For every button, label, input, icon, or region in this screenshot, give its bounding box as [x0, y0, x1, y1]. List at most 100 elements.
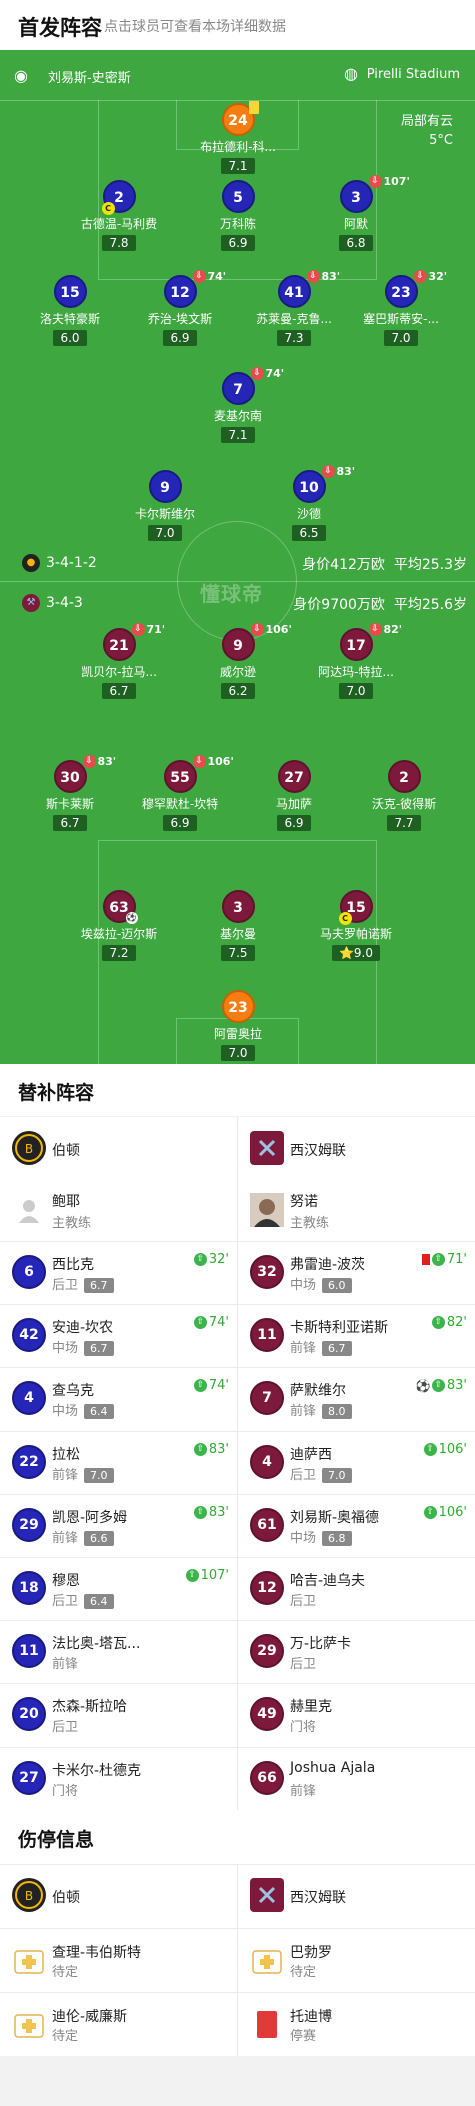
- subs-panel: B 伯顿 西汉姆联 鲍耶 主教练 努诺 主教练 6 西比克 后卫 6.7 ⇧ 32' 32 弗…: [0, 1117, 475, 1810]
- referee-name: 刘易斯-史密斯: [48, 71, 131, 86]
- away-sub-player[interactable]: 66 Joshua Ajala 前锋: [238, 1747, 475, 1810]
- away-player[interactable]: 2 沃克-彼得斯 7.7: [349, 760, 459, 831]
- home-player[interactable]: 12 ⇩ 74' 乔治-埃文斯 6.9: [125, 270, 235, 346]
- away-sub-player[interactable]: 49 赫里克 门将: [238, 1683, 475, 1746]
- jersey: 2: [387, 760, 421, 793]
- sub-player-rating: 8.0: [322, 1404, 352, 1420]
- sub-player-position: 后卫 6.7: [52, 1274, 114, 1293]
- away-sub-player[interactable]: 4 迪萨西 后卫 7.0 ⇧ 106': [238, 1431, 475, 1494]
- home-coach-row[interactable]: 鲍耶 主教练: [0, 1179, 237, 1241]
- sub-player-position: 中场 6.8: [290, 1527, 352, 1546]
- stadium-name: Pirelli Stadium: [366, 67, 460, 82]
- away-player[interactable]: 23 阿雷奥拉 7.0: [183, 990, 293, 1061]
- sub-player-position: 前锋: [290, 1783, 317, 1799]
- away-coach-row[interactable]: 努诺 主教练: [238, 1179, 475, 1241]
- player-rating: 7.7: [387, 815, 421, 831]
- away-sub-player[interactable]: 11 卡斯特利亚诺斯 前锋 6.7 ⇧ 82': [238, 1304, 475, 1367]
- sub-player-rating: 6.6: [84, 1530, 114, 1546]
- home-player[interactable]: 3 ⇩ 107' 阿默 6.8: [301, 175, 411, 251]
- away-player[interactable]: 3 基尔曼 7.5: [183, 890, 293, 961]
- home-sub-player[interactable]: 42 安迪-坎农 中场 6.7 ⇧ 74': [0, 1304, 237, 1367]
- coach-avatar: [250, 1193, 284, 1227]
- sub-on-icon: ⇧: [193, 1316, 207, 1330]
- player-rating: 6.9: [163, 330, 197, 346]
- sub-player-position: 门将: [52, 1783, 79, 1799]
- jersey: 23: [221, 990, 255, 1023]
- pitch: ◉ 刘易斯-史密斯 ◍ Pirelli Stadium 局部有云 5°C 懂球帝…: [0, 50, 475, 1064]
- away-player[interactable]: 9 ⇩ 106' 威尔逊 6.2: [183, 623, 293, 699]
- away-player[interactable]: 15 C 马夫罗帕诺斯 ⭐9.0: [301, 890, 411, 961]
- captain-icon: C: [101, 202, 115, 215]
- medical-kit-icon: [250, 1943, 284, 1977]
- away-team-row: 西汉姆联: [238, 1117, 475, 1179]
- away-sub-player[interactable]: 61 刘易斯-奥福德 中场 6.8 ⇧ 106': [238, 1494, 475, 1557]
- home-sub-player[interactable]: 22 拉松 前锋 7.0 ⇧ 83': [0, 1431, 237, 1494]
- injury-item[interactable]: 托迪博 停赛: [238, 1992, 475, 2056]
- player-rating: 6.9: [221, 235, 255, 251]
- injury-item[interactable]: 查理-韦伯斯特 待定: [0, 1928, 237, 1992]
- jersey: 15 C: [338, 890, 373, 925]
- away-sub-player[interactable]: 32 弗雷迪-波茨 中场 6.0 ⇧ 71': [238, 1241, 475, 1304]
- away-player[interactable]: 30 ⇩ 83' 斯卡莱斯 6.7: [15, 755, 125, 831]
- jersey: 3: [221, 890, 255, 923]
- jersey: 41 ⇩ 83': [277, 270, 340, 308]
- home-player[interactable]: 10 ⇩ 83' 沙德 6.5: [254, 465, 364, 541]
- home-player[interactable]: 7 ⇩ 74' 麦基尔南 7.1: [183, 367, 293, 443]
- home-sub-player[interactable]: 29 凯恩-阿多姆 前锋 6.6 ⇧ 83': [0, 1494, 237, 1557]
- injury-item[interactable]: 迪伦-威廉斯 待定: [0, 1992, 237, 2056]
- temperature-text: 5°C: [429, 133, 453, 148]
- home-sub-player[interactable]: 18 穆恩 后卫 6.4 ⇧ 107': [0, 1557, 237, 1620]
- sub-off-icon: ⇩: [192, 755, 206, 768]
- home-sub-player[interactable]: 11 法比奥-塔瓦... 前锋: [0, 1620, 237, 1683]
- sub-player-rating: 6.4: [84, 1404, 114, 1420]
- sub-on-icon: ⇧: [423, 1442, 437, 1456]
- injury-item[interactable]: 巴勃罗 待定: [238, 1928, 475, 1992]
- home-formation: ● 3-4-1-2: [22, 554, 97, 572]
- home-sub-player[interactable]: 4 查乌克 中场 6.4 ⇧ 74': [0, 1367, 237, 1430]
- home-sub-player[interactable]: 27 卡米尔-杜德克 门将: [0, 1747, 237, 1810]
- home-player[interactable]: 15 洛夫特豪斯 6.0: [15, 275, 125, 346]
- lineup-header: 首发阵容 点击球员可查看本场详细数据: [0, 0, 475, 50]
- player-rating: 6.9: [277, 815, 311, 831]
- away-player[interactable]: 21 ⇩ 71' 凯贝尔-拉马... 6.7: [64, 623, 174, 699]
- sub-player-name: 法比奥-塔瓦...: [52, 1636, 141, 1653]
- sub-player-rating: 6.4: [84, 1594, 114, 1609]
- home-sub-player[interactable]: 6 西比克 后卫 6.7 ⇧ 32': [0, 1241, 237, 1304]
- home-player[interactable]: 24 布拉德利-科... 7.1: [183, 101, 293, 174]
- sub-off-marker: ⇩ 83': [82, 755, 116, 769]
- home-player[interactable]: 9 卡尔斯维尔 7.0: [110, 470, 220, 541]
- sub-on-icon: ⇧: [193, 1253, 207, 1266]
- sub-player-position: 前锋 6.7: [290, 1337, 352, 1357]
- home-player[interactable]: 5 万科陈 6.9: [183, 180, 293, 251]
- away-player[interactable]: 63 ⚽ 埃兹拉-迈尔斯 7.2: [64, 890, 174, 961]
- sub-player-name: 凯恩-阿多姆: [52, 1509, 128, 1526]
- home-player[interactable]: 23 ⇩ 32' 塞巴斯蒂安-... 7.0: [346, 270, 456, 346]
- jersey-number: 22: [12, 1444, 46, 1479]
- jersey-number: 20: [12, 1697, 46, 1732]
- sub-player-rating: 6.7: [322, 1341, 352, 1357]
- away-sub-player[interactable]: 29 万-比萨卡 后卫: [238, 1620, 475, 1683]
- away-sub-player[interactable]: 12 哈吉-迪乌夫 后卫: [238, 1557, 475, 1620]
- away-sub-player[interactable]: 7 萨默维尔 前锋 8.0 ⚽ ⇧ 83': [238, 1367, 475, 1430]
- away-injury-team-row: 西汉姆联: [238, 1864, 475, 1928]
- home-sub-player[interactable]: 20 杰森-斯拉哈 后卫: [0, 1683, 237, 1746]
- westham-crest-icon: ⚒: [22, 594, 40, 612]
- sub-off-marker: ⇩ 83': [321, 465, 355, 479]
- sub-player-rating: 6.7: [84, 1341, 114, 1357]
- sub-player-name: 卡斯特利亚诺斯: [290, 1320, 388, 1337]
- player-rating: 6.0: [53, 330, 87, 346]
- player-rating: 7.1: [221, 158, 255, 174]
- away-player[interactable]: 55 ⇩ 106' 穆罕默杜-坎特 6.9: [125, 755, 235, 831]
- home-player[interactable]: 2C 古德温-马利费 7.8: [64, 180, 174, 251]
- star-icon: ⭐: [338, 946, 354, 960]
- sub-player-rating: 6.7: [84, 1278, 114, 1293]
- away-formation: ⚒ 3-4-3: [22, 594, 83, 612]
- sub-player-name: 穆恩: [52, 1573, 80, 1589]
- away-player[interactable]: 17 ⇩ 82' 阿达玛-特拉... 7.0: [301, 623, 411, 699]
- home-player[interactable]: 41 ⇩ 83' 苏莱曼-克鲁... 7.3: [239, 270, 349, 346]
- page-title: 首发阵容: [18, 16, 102, 40]
- jersey: 15: [53, 275, 87, 308]
- sub-off-icon: ⇩: [250, 367, 264, 380]
- jersey: 30 ⇩ 83': [53, 755, 116, 793]
- away-player[interactable]: 27 马加萨 6.9: [239, 760, 349, 831]
